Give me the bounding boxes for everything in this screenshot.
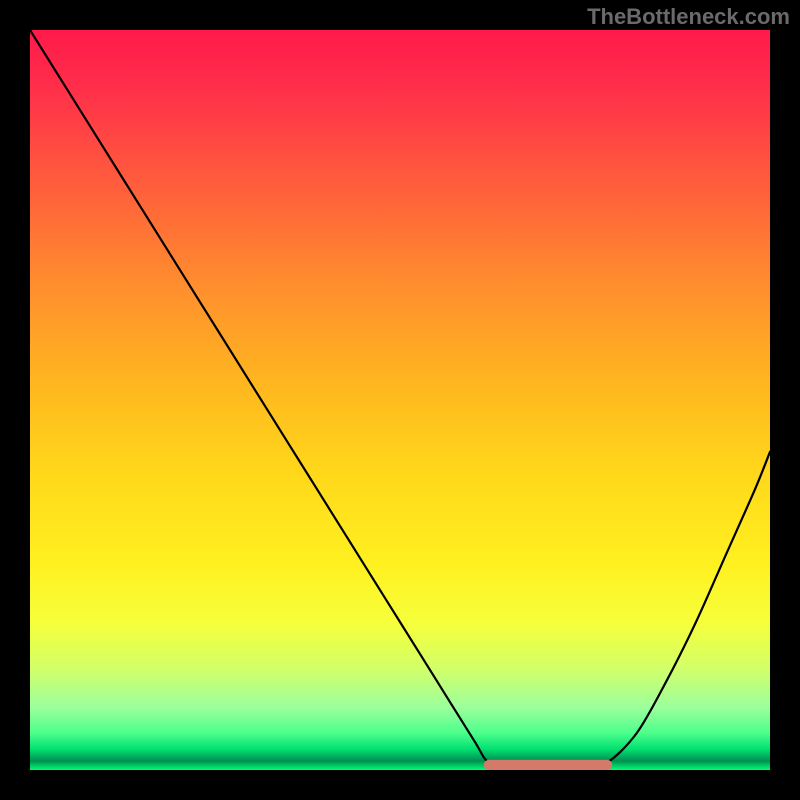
chart-curve-svg — [30, 30, 770, 770]
watermark-text: TheBottleneck.com — [587, 4, 790, 30]
chart-plot-area — [30, 30, 770, 770]
bottleneck-curve-line — [30, 30, 770, 767]
